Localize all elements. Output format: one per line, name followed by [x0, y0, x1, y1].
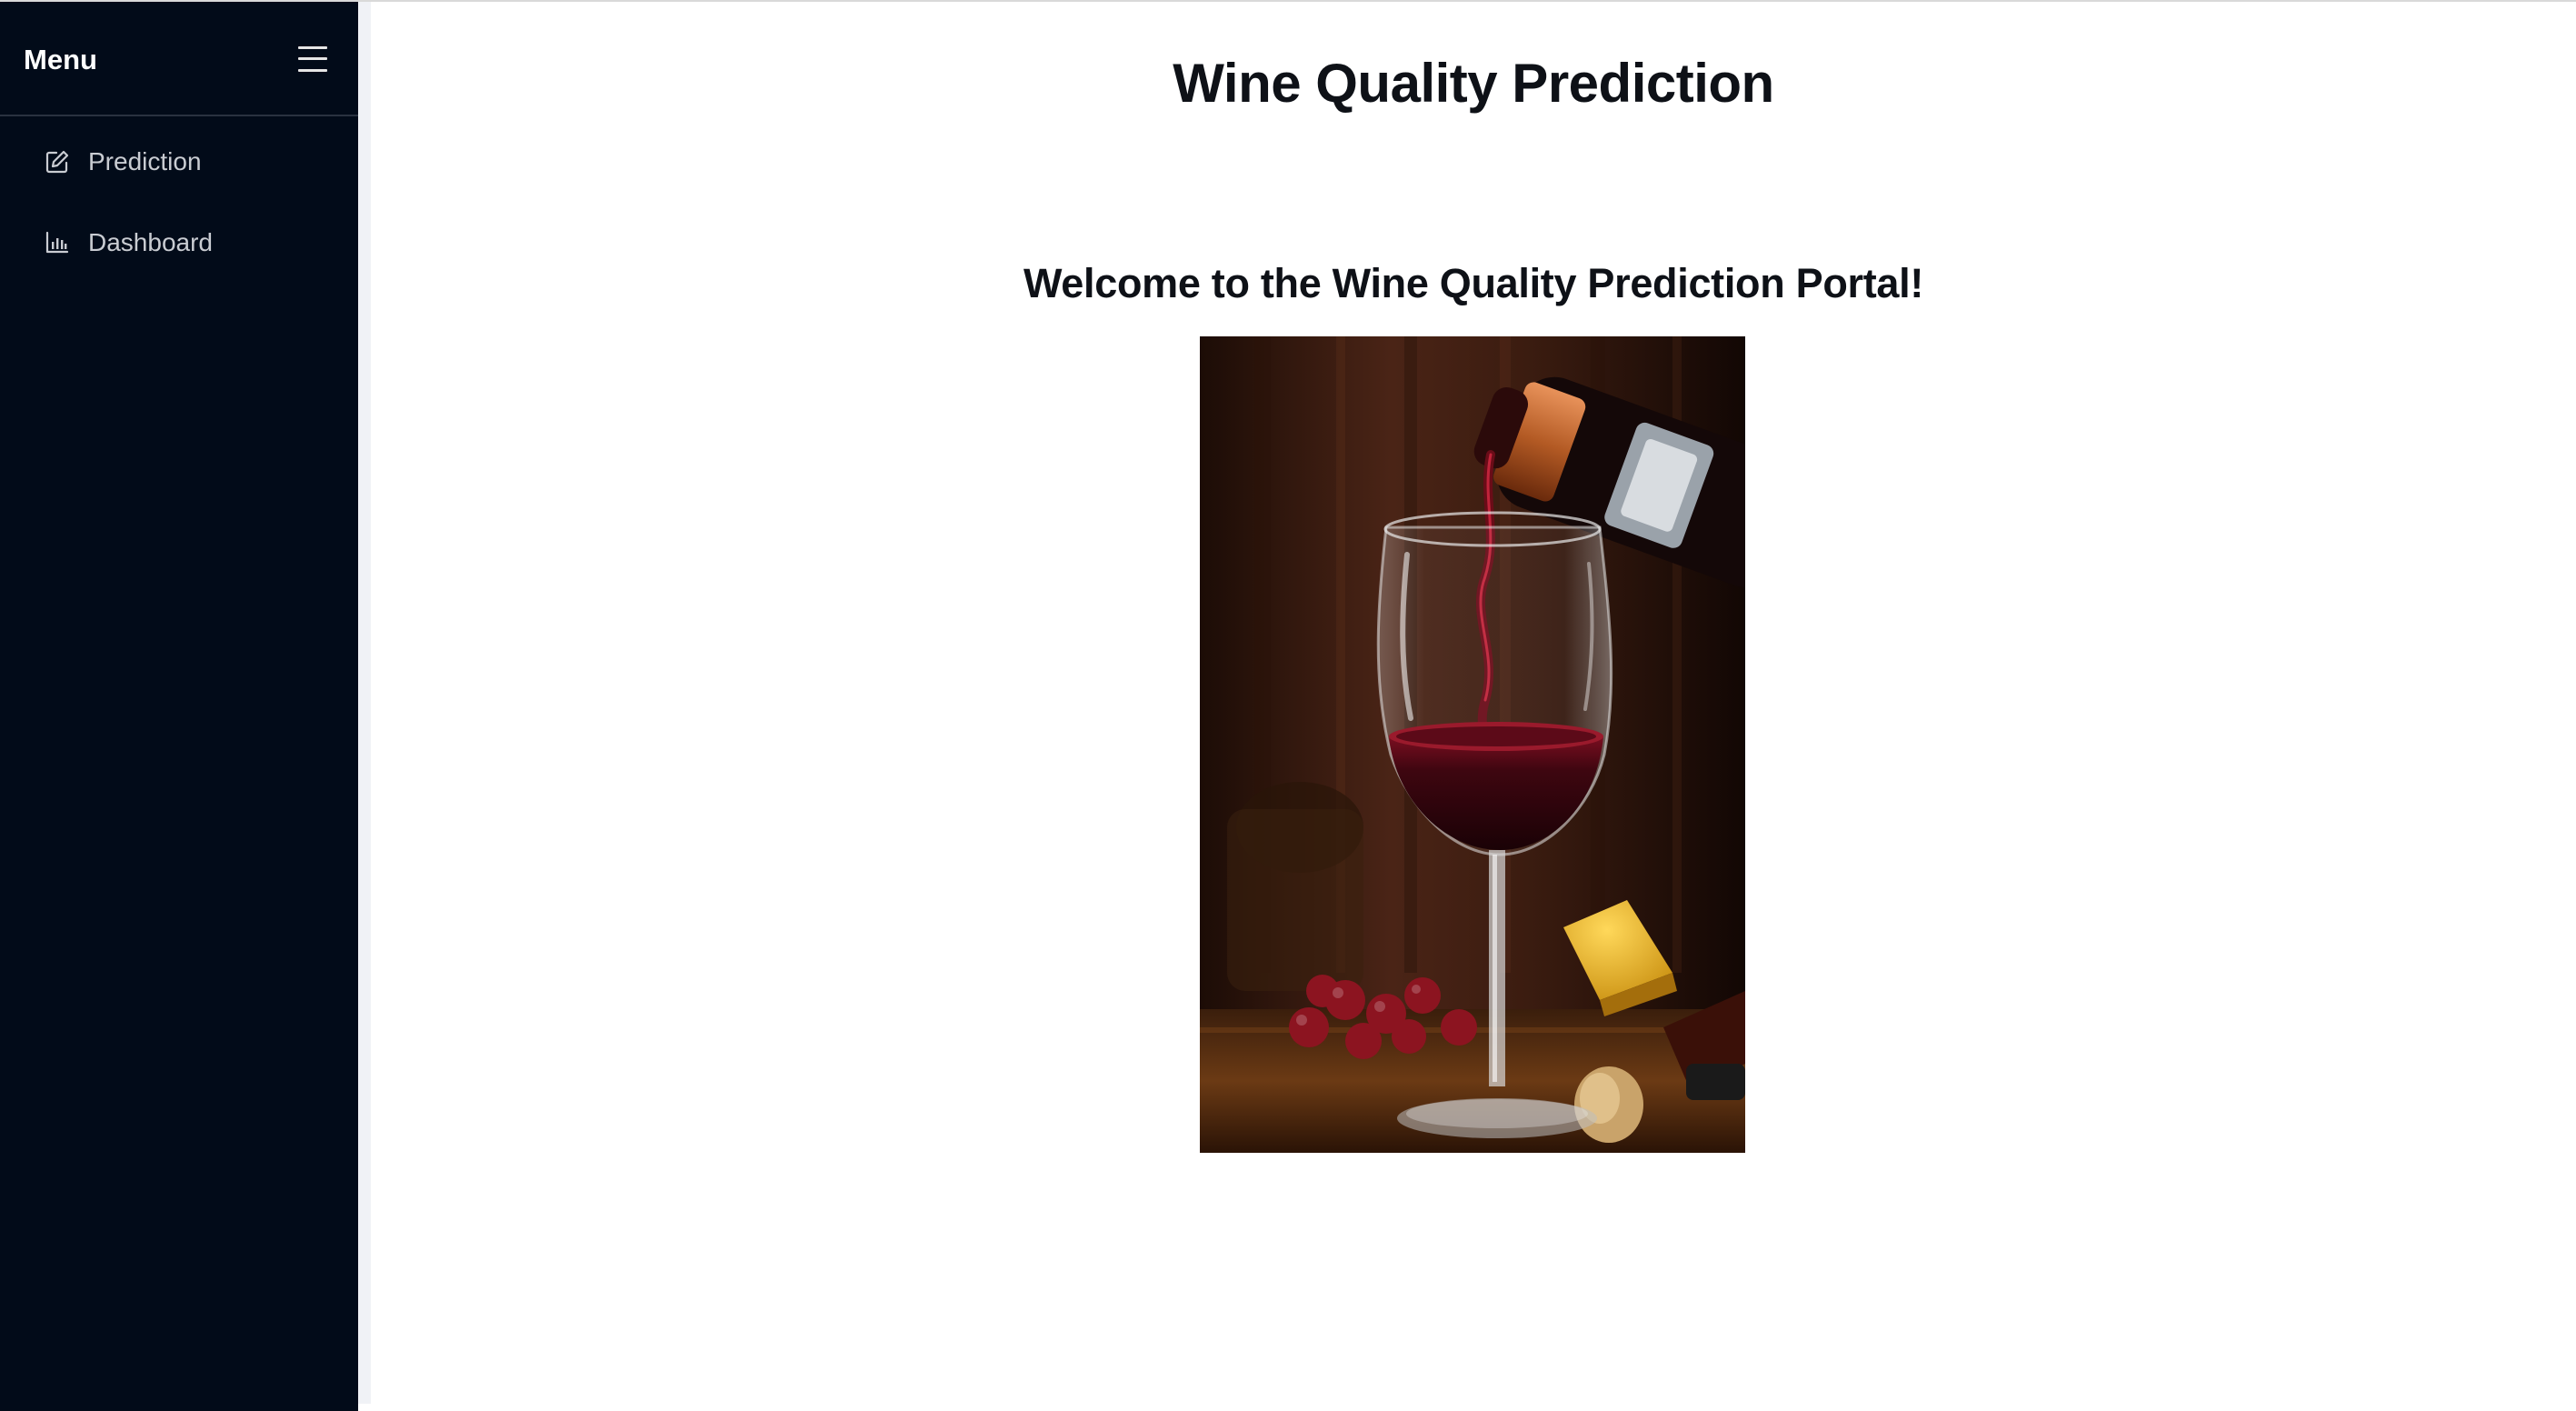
sidebar: Menu Prediction Dashboard	[0, 2, 358, 1411]
sidebar-item-label: Prediction	[88, 147, 202, 175]
sidebar-item-dashboard[interactable]: Dashboard	[0, 211, 358, 275]
sidebar-header: Menu	[0, 2, 358, 116]
wine-pour-image	[1200, 336, 1745, 1153]
bar-chart-icon	[45, 230, 70, 255]
hamburger-menu-icon[interactable]	[296, 44, 329, 75]
sidebar-item-prediction[interactable]: Prediction	[0, 130, 358, 194]
page-title: Wine Quality Prediction	[1173, 53, 1774, 115]
sidebar-item-label: Dashboard	[88, 228, 213, 256]
welcome-heading: Welcome to the Wine Quality Prediction P…	[1023, 260, 1924, 307]
sidebar-title: Menu	[24, 44, 97, 75]
top-border	[0, 0, 2576, 2]
edit-icon	[45, 149, 70, 175]
sidebar-resize-handle[interactable]	[358, 2, 371, 1404]
